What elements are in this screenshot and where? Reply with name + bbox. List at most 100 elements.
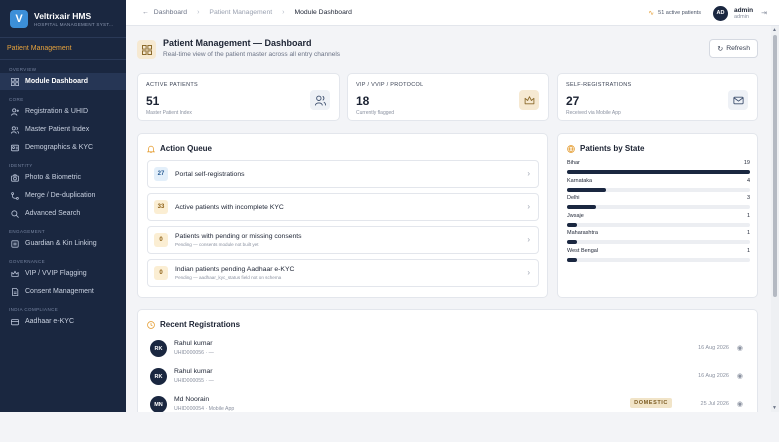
patient-name: Rahul kumar xyxy=(174,340,213,347)
dashboard-grid-icon xyxy=(137,40,156,59)
sidebar-item-label: Aadhaar e-KYC xyxy=(25,318,75,325)
patient-uhid: UHID000055 · — xyxy=(174,378,214,384)
chevron-right-icon: › xyxy=(527,202,530,211)
state-bar-track xyxy=(567,187,750,192)
stat-label: SELF-REGISTRATIONS xyxy=(566,82,632,88)
sidebar-item-label: Photo & Biometric xyxy=(25,174,82,181)
sidebar-item-guardian-kin-linking[interactable]: Guardian & Kin Linking xyxy=(0,235,126,252)
state-count: 1 xyxy=(746,212,750,219)
section-label-identity: IDENTITY xyxy=(9,163,33,168)
page-subtitle: Real-time view of the patient master acr… xyxy=(163,51,341,58)
scroll-down-icon[interactable]: ▼ xyxy=(772,405,777,411)
breadcrumb: ← Dashboard › Patient Management › Modul… xyxy=(142,9,352,16)
breadcrumb-patient-management-link[interactable]: Patient Management xyxy=(209,9,272,16)
queue-note: Pending — consents module not built yet xyxy=(175,242,259,247)
sidebar-item-label: Module Dashboard xyxy=(25,78,89,85)
state-bar-track xyxy=(567,240,750,244)
sidebar-item-label: Demographics & KYC xyxy=(25,144,94,151)
section-label-governance: GOVERNANCE xyxy=(9,259,46,264)
main-content: Patient Management — Dashboard Real-time… xyxy=(126,26,771,412)
queue-label: Indian patients pending Aadhaar e-KYC xyxy=(175,266,295,273)
patient-uhid: UHID000056 · — xyxy=(174,350,214,356)
brand-name: Veltrixair HMS xyxy=(34,10,92,21)
avatar: RK xyxy=(150,368,167,385)
table-row[interactable]: MN Md Noorain UHID000054 · Mobile App DO… xyxy=(138,395,743,412)
link-icon xyxy=(10,239,19,248)
sidebar-item-photo-biometric[interactable]: Photo & Biometric xyxy=(0,169,126,186)
state-name: Karnataka xyxy=(567,177,593,184)
sidebar-item-module-dashboard[interactable]: Module Dashboard xyxy=(0,73,126,90)
sidebar-item-registration-uhid[interactable]: Registration & UHID xyxy=(0,103,126,120)
scroll-up-icon[interactable]: ▲ xyxy=(772,27,777,33)
brand-logo: V xyxy=(10,9,28,28)
eye-icon[interactable]: ◉ xyxy=(737,400,743,408)
user-name: admin xyxy=(733,6,754,14)
queue-item-incomplete-kyc[interactable]: 33 Active patients with incomplete KYC › xyxy=(147,193,539,221)
document-icon xyxy=(10,287,19,296)
users-icon xyxy=(310,90,330,110)
id-card-icon xyxy=(10,143,19,152)
crown-icon xyxy=(519,90,539,110)
sidebar-item-consent-management[interactable]: Consent Management xyxy=(0,283,126,300)
queue-item-portal-self-registrations[interactable]: 27 Portal self-registrations › xyxy=(147,160,539,188)
queue-count: 0 xyxy=(154,233,168,247)
scrollbar[interactable]: ▲ ▼ xyxy=(771,26,779,412)
sidebar-item-vip-flagging[interactable]: VIP / VVIP Flagging xyxy=(0,265,126,282)
brand[interactable]: V Veltrixair HMS HOSPITAL MANAGEMENT SYS… xyxy=(0,0,126,38)
refresh-button[interactable]: ↻ Refresh xyxy=(709,39,758,58)
state-name: Delhi xyxy=(567,195,580,201)
breadcrumb-dashboard-link[interactable]: Dashboard xyxy=(154,9,187,16)
user-plus-icon xyxy=(10,107,19,116)
queue-item-pending-consents[interactable]: 0 Patients with pending or missing conse… xyxy=(147,226,539,254)
state-bar-track xyxy=(567,205,750,209)
crown-icon xyxy=(10,269,19,278)
stat-label: VIP / VVIP / PROTOCOL xyxy=(356,82,424,88)
table-row[interactable]: RK Rahul kumar UHID000056 · — 16 Aug 202… xyxy=(138,339,743,361)
grid-icon xyxy=(10,77,19,86)
avatar: RK xyxy=(150,340,167,357)
stat-card-active-patients: ACTIVE PATIENTS 51 Master Patient Index xyxy=(137,73,340,121)
stat-sub: Currently flagged xyxy=(356,110,395,116)
state-bar-fill xyxy=(567,257,577,262)
back-arrow-icon[interactable]: ← xyxy=(142,9,149,16)
user-avatar[interactable]: AD xyxy=(712,5,728,21)
patients-by-state-title: Patients by State xyxy=(567,144,644,153)
table-row[interactable]: RK Rahul kumar UHID000055 · — 16 Aug 202… xyxy=(138,367,743,389)
stat-value: 27 xyxy=(566,94,580,108)
patients-by-state-card: Patients by State Bihar 19 Karnataka 4 Delhi… xyxy=(557,133,758,298)
state-count: 1 xyxy=(746,247,750,254)
stat-value: 18 xyxy=(356,94,370,108)
state-count: 1 xyxy=(746,230,750,236)
state-bar-fill xyxy=(567,240,577,244)
logout-icon[interactable]: ⇥ xyxy=(761,9,767,17)
top-bar: ← Dashboard › Patient Management › Modul… xyxy=(126,0,779,26)
scrollbar-thumb[interactable] xyxy=(773,35,777,297)
eye-icon[interactable]: ◉ xyxy=(737,344,743,352)
section-label-overview: OVERVIEW xyxy=(9,67,37,72)
sidebar-item-label: Registration & UHID xyxy=(25,108,89,115)
user-menu[interactable]: admin admin xyxy=(734,7,753,20)
sidebar-item-advanced-search[interactable]: Advanced Search xyxy=(0,205,126,222)
breadcrumb-current: Module Dashboard xyxy=(294,9,352,16)
sidebar-item-master-patient-index[interactable]: Master Patient Index xyxy=(0,121,126,138)
active-patients-indicator: ∿ 51 active patients xyxy=(648,9,701,17)
sidebar-item-label: Guardian & Kin Linking xyxy=(25,240,97,247)
pulse-icon: ∿ xyxy=(648,10,655,17)
queue-count: 27 xyxy=(154,167,168,181)
camera-icon xyxy=(10,173,19,182)
sidebar: V Veltrixair HMS HOSPITAL MANAGEMENT SYS… xyxy=(0,0,126,412)
state-count: 19 xyxy=(743,160,750,166)
state-name: West Bengal xyxy=(567,247,599,254)
state-count: 3 xyxy=(746,195,750,201)
queue-item-aadhaar-ekyc[interactable]: 0 Indian patients pending Aadhaar e-KYC … xyxy=(147,259,539,287)
sidebar-item-aadhaar-ekyc[interactable]: Aadhaar e-KYC xyxy=(0,313,126,330)
page-header: Patient Management — Dashboard Real-time… xyxy=(137,38,340,59)
eye-icon[interactable]: ◉ xyxy=(737,372,743,380)
stat-sub: Received via Mobile App xyxy=(566,110,621,116)
chevron-right-icon: › xyxy=(527,235,530,244)
active-patients-text: 51 active patients xyxy=(658,10,701,16)
sidebar-item-merge-deduplication[interactable]: Merge / De-duplication xyxy=(0,187,126,204)
state-name: Bihar xyxy=(567,160,580,166)
stat-value: 51 xyxy=(146,94,160,108)
sidebar-item-demographics-kyc[interactable]: Demographics & KYC xyxy=(0,139,126,156)
